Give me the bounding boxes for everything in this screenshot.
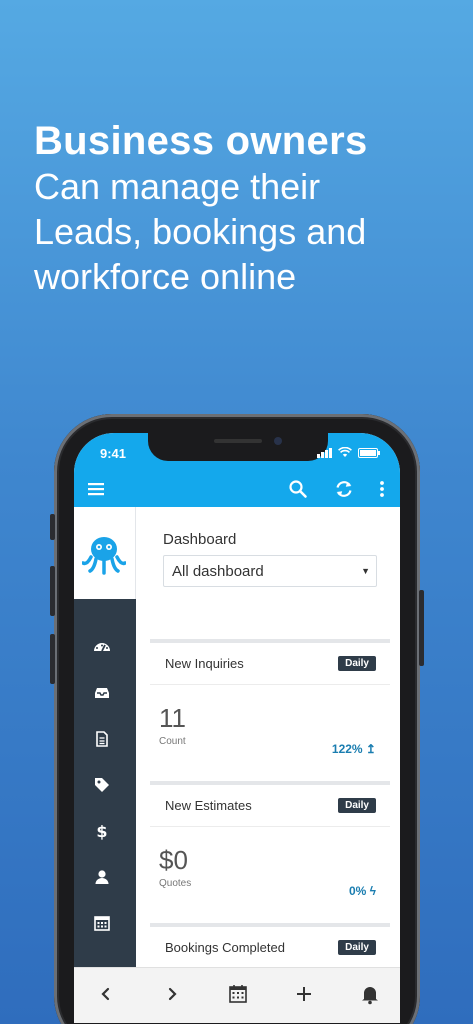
svg-text:$: $ — [96, 822, 107, 841]
period-badge: Daily — [338, 798, 376, 813]
battery-icon — [358, 447, 380, 458]
metric-change: 0% ϟ — [348, 884, 376, 898]
promo-headline-block: Business owners Can manage their Leads, … — [34, 118, 368, 299]
phone-power-button — [419, 590, 424, 666]
document-icon[interactable] — [92, 729, 112, 749]
dashboard-selector[interactable]: All dashboard ▼ — [163, 555, 377, 587]
wifi-icon — [338, 447, 352, 457]
bottom-toolbar — [74, 967, 400, 1023]
status-time: 9:41 — [100, 446, 127, 461]
menu-icon[interactable] — [84, 477, 108, 501]
card-header: Bookings Completed Daily — [150, 927, 390, 969]
card-header: New Estimates Daily — [150, 785, 390, 827]
card-body: $0 Quotes 0% ϟ — [150, 827, 390, 923]
signal-icon — [317, 447, 332, 458]
new-inquiries-card[interactable]: New Inquiries Daily 11 Count 122% ↥ — [150, 639, 390, 781]
promo-subheadline: Can manage their Leads, bookings and wor… — [34, 166, 367, 297]
status-icons — [317, 447, 380, 458]
period-badge: Daily — [338, 940, 376, 955]
dashboard-icon[interactable] — [92, 637, 112, 657]
sidebar-logo-area — [74, 507, 136, 599]
user-icon[interactable] — [92, 867, 112, 887]
bell-icon[interactable] — [358, 982, 382, 1006]
card-body: 11 Count 122% ↥ — [150, 685, 390, 781]
app-bar — [74, 471, 400, 507]
metric-value: 11 — [159, 703, 186, 733]
more-vert-icon[interactable] — [370, 477, 394, 501]
card-header: New Inquiries Daily — [150, 643, 390, 685]
dollar-icon[interactable]: $ — [92, 821, 112, 841]
inbox-icon[interactable] — [92, 683, 112, 703]
phone-mute-button — [50, 514, 55, 540]
calendar-icon[interactable] — [226, 982, 250, 1006]
phone-volume-down-button — [50, 634, 55, 684]
caret-down-icon: ▼ — [361, 566, 370, 576]
metric-value: $0 — [159, 845, 188, 875]
front-camera — [274, 437, 282, 445]
bookings-completed-card[interactable]: Bookings Completed Daily — [150, 923, 390, 969]
dashboard-main: Dashboard All dashboard ▼ New Inquiries … — [137, 507, 400, 969]
back-icon[interactable] — [94, 982, 118, 1006]
metric-label: Count — [159, 736, 186, 747]
metric-change: 122% ↥ — [331, 742, 376, 756]
new-estimates-card[interactable]: New Estimates Daily $0 Quotes 0% ϟ — [150, 781, 390, 923]
sidebar: $ — [74, 599, 136, 1023]
phone-volume-up-button — [50, 566, 55, 616]
speaker — [214, 439, 262, 443]
tag-icon[interactable] — [92, 775, 112, 795]
octopus-logo[interactable] — [82, 533, 126, 575]
forward-icon[interactable] — [160, 982, 184, 1006]
metric-label: Quotes — [159, 878, 192, 889]
status-bar: 9:41 — [74, 433, 400, 471]
notch — [148, 433, 328, 461]
card-title: New Estimates — [165, 798, 252, 813]
page-title: Dashboard — [163, 531, 237, 548]
phone-screen: 9:41 $ Dashboard All dashboard ▼ New Inq… — [74, 433, 400, 1023]
period-badge: Daily — [338, 656, 376, 671]
card-title: New Inquiries — [165, 656, 244, 671]
card-title: Bookings Completed — [165, 940, 285, 955]
search-icon[interactable] — [286, 477, 310, 501]
refresh-icon[interactable] — [332, 477, 356, 501]
calendar-icon[interactable] — [92, 913, 112, 933]
dashboard-selector-value: All dashboard — [172, 563, 264, 580]
add-icon[interactable] — [292, 982, 316, 1006]
promo-headline: Business owners — [34, 119, 368, 163]
